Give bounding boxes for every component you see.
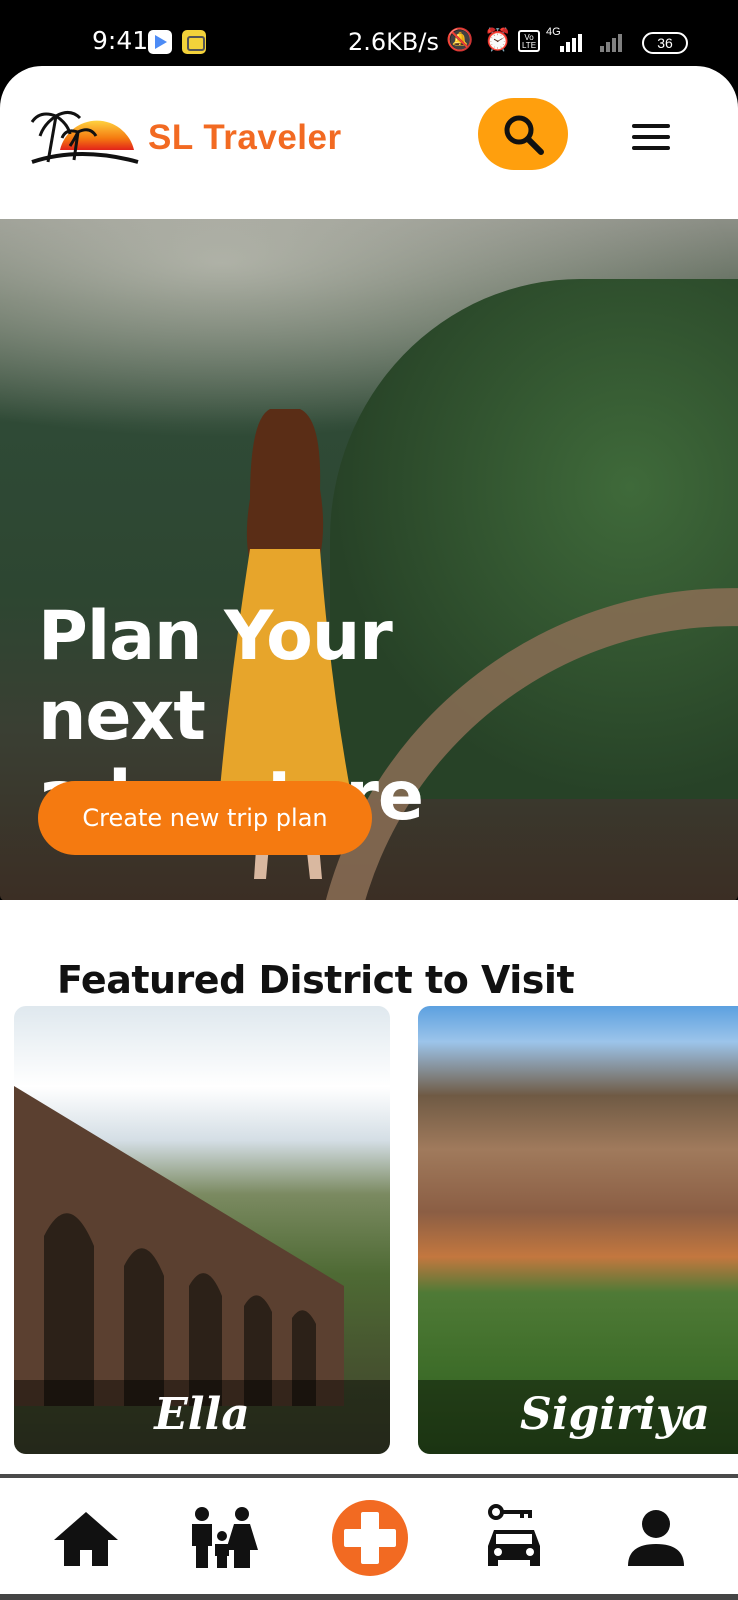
nav-profile[interactable]: [616, 1500, 696, 1580]
add-icon: [344, 1512, 396, 1564]
status-time: 9:41: [92, 26, 149, 55]
network-type: 4G: [546, 26, 561, 38]
car-rental-icon: [488, 1504, 540, 1566]
alarm-icon: ⏰: [484, 28, 512, 53]
district-card-ella[interactable]: Ella: [14, 1006, 390, 1454]
nav-home[interactable]: [46, 1500, 126, 1580]
app-brand-name: SL Traveler: [148, 118, 342, 157]
mute-icon: 🔕: [446, 28, 474, 53]
palm-sunset-logo: [30, 106, 142, 168]
hamburger-menu-icon[interactable]: [632, 124, 674, 150]
search-button[interactable]: [478, 98, 568, 170]
family-icon: [192, 1507, 258, 1568]
system-gesture-bar: [0, 1594, 738, 1600]
network-speed: 2.6KB/s: [348, 28, 439, 56]
app-header: SL Traveler: [0, 66, 738, 220]
district-name: Sigiriya: [418, 1380, 738, 1454]
nav-car-rental[interactable]: [474, 1500, 554, 1580]
volte-icon: Vo LTE: [518, 30, 540, 52]
status-bar: 9:41 2.6KB/s 🔕 ⏰ Vo LTE 4G 36: [0, 0, 738, 72]
featured-districts-section: Featured District to Visit Ella Sigiriya: [0, 900, 738, 1476]
district-card-sigiriya[interactable]: Sigiriya: [418, 1006, 738, 1454]
ella-bridge-image: [14, 1086, 344, 1406]
profile-icon: [628, 1510, 684, 1566]
hero-banner: Plan Your next adventure Create new trip…: [0, 219, 738, 901]
home-icon: [54, 1512, 118, 1566]
nav-add-button[interactable]: [332, 1500, 408, 1576]
bottom-navigation: [0, 1478, 738, 1600]
play-store-icon: [148, 30, 172, 54]
district-name: Ella: [14, 1380, 390, 1454]
app-notification-icon: [182, 30, 206, 54]
battery-icon: 36: [642, 32, 688, 54]
create-trip-plan-button[interactable]: Create new trip plan: [38, 781, 372, 855]
section-title: Featured District to Visit: [57, 958, 575, 1002]
search-icon: [504, 115, 544, 155]
nav-family[interactable]: [184, 1500, 264, 1580]
